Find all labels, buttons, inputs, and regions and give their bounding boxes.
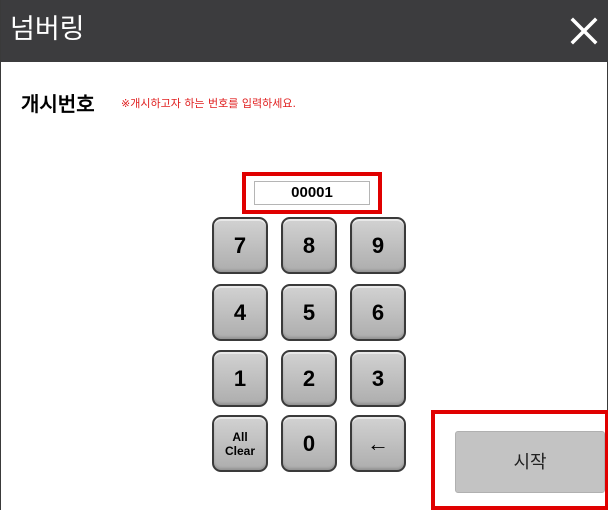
title-bar: 넘버링	[1, 0, 608, 62]
all-clear-label-line2: Clear	[224, 444, 256, 458]
start-number-hint: ※개시하고자 하는 번호를 입력하세요.	[121, 97, 297, 110]
key-0[interactable]: 0	[281, 415, 337, 472]
close-button[interactable]	[567, 14, 601, 48]
backspace-icon: ←	[367, 431, 389, 456]
key-7[interactable]: 7	[212, 217, 268, 274]
dialog-title: 넘버링	[10, 14, 85, 45]
key-1[interactable]: 1	[212, 350, 268, 407]
key-4[interactable]: 4	[212, 284, 268, 341]
start-button[interactable]: 시작	[455, 431, 605, 493]
key-9[interactable]: 9	[350, 217, 406, 274]
start-highlight-frame: 시작	[431, 410, 608, 510]
start-number-input[interactable]: 00001	[254, 181, 370, 205]
key-5[interactable]: 5	[281, 284, 337, 341]
numbering-dialog: 넘버링 개시번호 ※개시하고자 하는 번호를 입력하세요. 00001 7 8 …	[0, 0, 608, 510]
key-8[interactable]: 8	[281, 217, 337, 274]
start-number-label: 개시번호	[21, 92, 95, 116]
key-2[interactable]: 2	[281, 350, 337, 407]
all-clear-button[interactable]: All Clear	[212, 415, 268, 472]
key-3[interactable]: 3	[350, 350, 406, 407]
all-clear-label-line1: All	[232, 430, 248, 444]
number-highlight-frame: 00001	[242, 172, 382, 214]
close-icon	[570, 17, 598, 45]
key-6[interactable]: 6	[350, 284, 406, 341]
backspace-button[interactable]: ←	[350, 415, 406, 472]
